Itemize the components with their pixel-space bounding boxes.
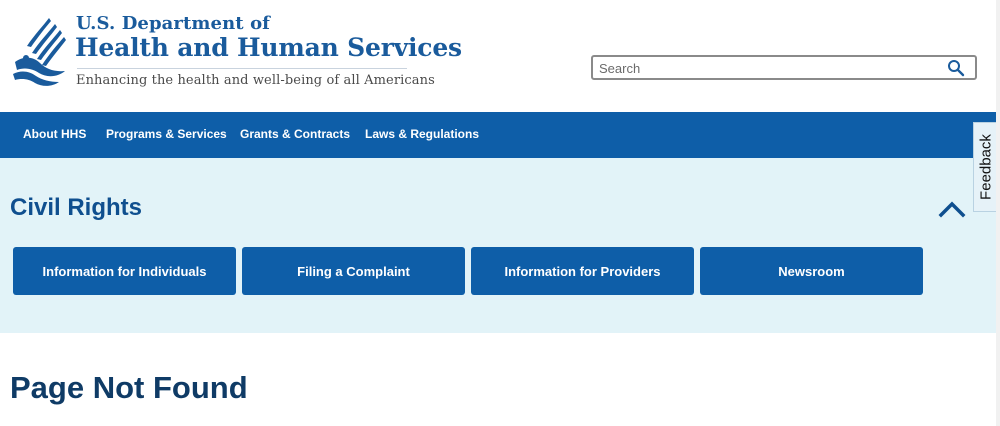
tile-filing-a-complaint[interactable]: Filing a Complaint (242, 247, 465, 295)
nav-item-programs-services[interactable]: Programs & Services (106, 112, 227, 158)
tagline: Enhancing the health and well-being of a… (76, 73, 435, 88)
search-icon[interactable] (947, 59, 965, 77)
tile-newsroom[interactable]: Newsroom (700, 247, 923, 295)
hhs-eagle-logo[interactable] (9, 16, 71, 88)
main-nav: About HHS Programs & Services Grants & C… (0, 112, 1000, 158)
page-title: Page Not Found (10, 370, 248, 405)
nav-item-grants-contracts[interactable]: Grants & Contracts (240, 112, 350, 158)
tile-information-for-individuals[interactable]: Information for Individuals (13, 247, 236, 295)
feedback-tab[interactable]: Feedback (973, 122, 998, 212)
chevron-up-icon[interactable] (938, 200, 966, 218)
search-box (591, 55, 977, 80)
agency-name[interactable]: Health and Human Services (75, 33, 462, 62)
civil-rights-section: Civil Rights Information for Individuals… (0, 158, 1000, 333)
feedback-label: Feedback (977, 134, 995, 200)
section-title[interactable]: Civil Rights (10, 194, 142, 222)
search-input[interactable] (599, 59, 929, 77)
nav-item-laws-regulations[interactable]: Laws & Regulations (365, 112, 479, 158)
nav-item-about-hhs[interactable]: About HHS (23, 112, 86, 158)
department-line: U.S. Department of (76, 13, 271, 34)
tile-information-for-providers[interactable]: Information for Providers (471, 247, 694, 295)
site-header: U.S. Department of Health and Human Serv… (0, 0, 1000, 112)
scrollbar[interactable] (996, 0, 1000, 426)
header-divider (77, 68, 407, 69)
